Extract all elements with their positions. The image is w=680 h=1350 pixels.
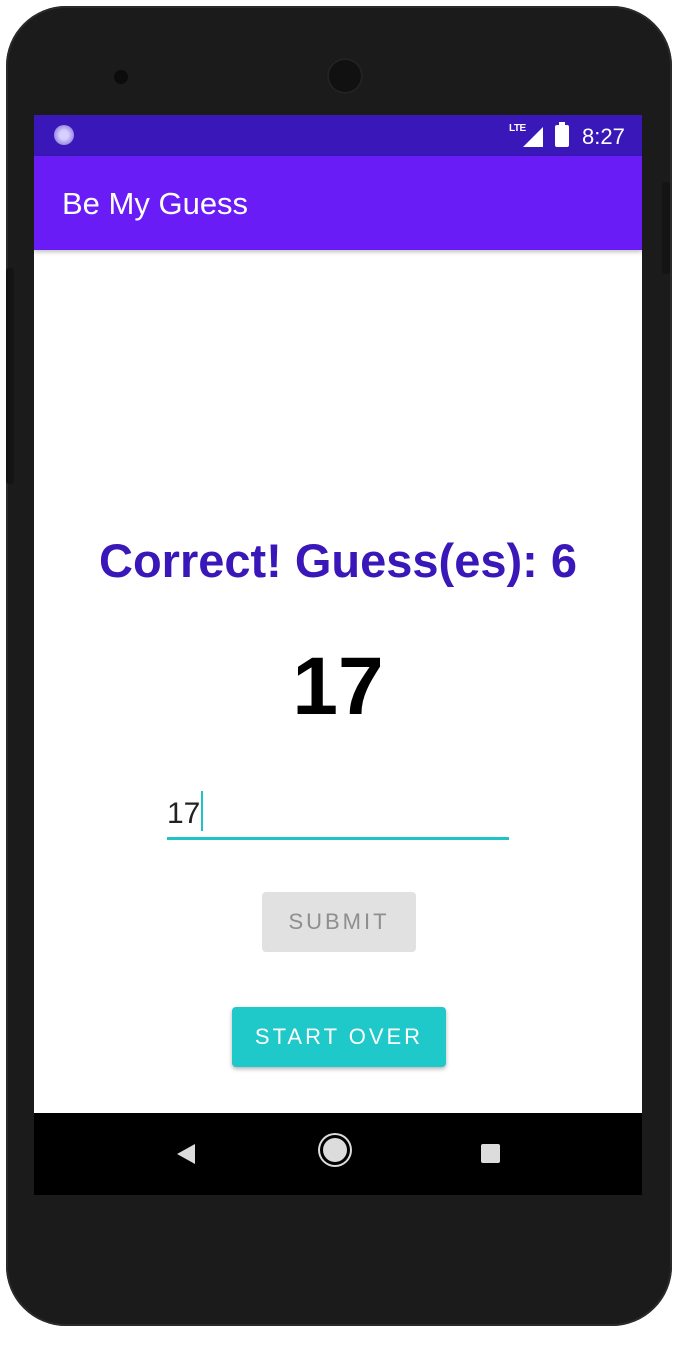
guess-input-field[interactable]: 17	[167, 791, 204, 831]
target-number: 17	[292, 641, 384, 732]
volume-rocker	[6, 268, 14, 484]
guess-input[interactable]: 17	[167, 785, 509, 840]
earpiece-speaker	[327, 58, 363, 94]
app-title: Be My Guess	[62, 186, 249, 221]
app-bar: Be My Guess	[34, 156, 642, 250]
power-button	[662, 182, 670, 274]
lte-signal-icon: LTE	[509, 123, 543, 149]
submit-button[interactable]: SUBMIT	[262, 892, 416, 952]
screen: LTE 8:27 Be My Guess Correct! Guess(es):…	[34, 115, 642, 1195]
status-clock: 8:27	[582, 124, 625, 149]
status-bar: LTE 8:27	[34, 115, 642, 156]
back-icon[interactable]	[177, 1144, 195, 1164]
battery-icon	[555, 122, 569, 147]
text-caret	[201, 791, 204, 831]
recents-icon[interactable]	[481, 1144, 500, 1163]
start-over-button[interactable]: START OVER	[232, 1007, 446, 1067]
result-message: Correct! Guess(es): 6	[99, 534, 577, 587]
signal-strength-icon	[523, 127, 543, 147]
notification-dot-icon	[54, 125, 74, 145]
guess-input-value: 17	[167, 797, 201, 830]
navigation-bar	[34, 1113, 642, 1195]
front-camera	[114, 70, 128, 84]
home-icon[interactable]	[323, 1138, 347, 1162]
